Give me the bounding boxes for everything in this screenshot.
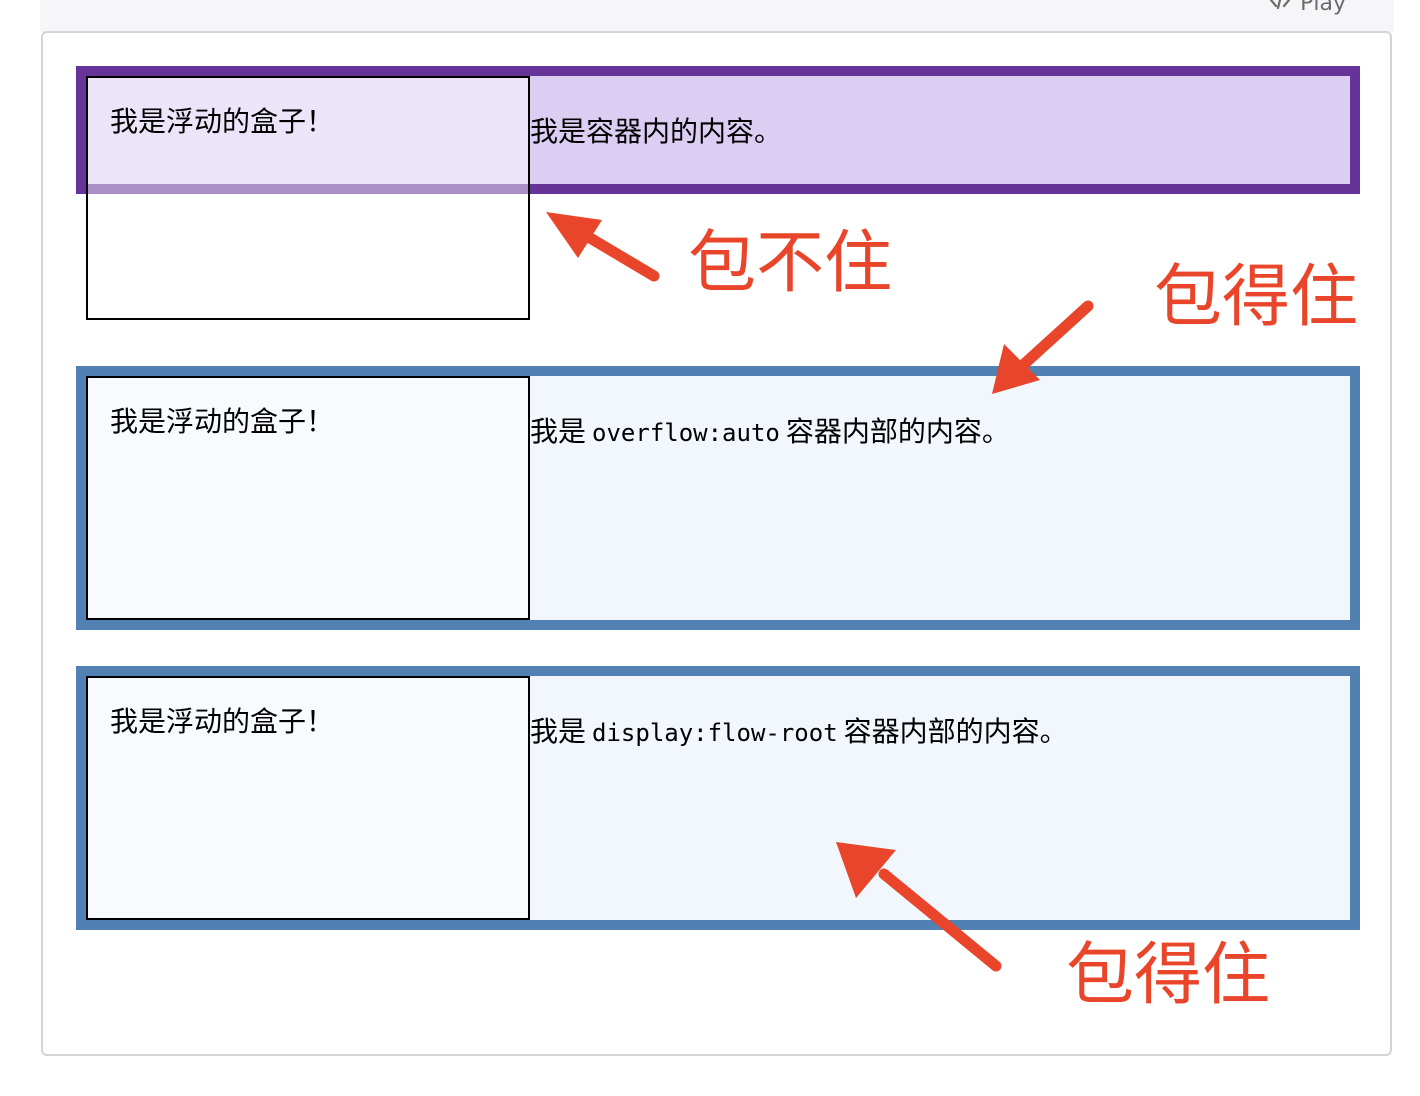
- play-button[interactable]: Play: [1268, 0, 1346, 18]
- container-content-text: 我是 overflow:auto 容器内部的内容。: [530, 414, 1010, 451]
- float-box: 我是浮动的盒子！: [86, 76, 530, 320]
- annotation-contained: 包得住: [1066, 936, 1271, 1015]
- content-suffix: 容器内部的内容。: [843, 715, 1068, 748]
- content-prefix: 我是: [530, 715, 587, 748]
- annotation-contained: 包得住: [1154, 258, 1359, 337]
- content-code: overflow:auto: [592, 419, 780, 447]
- code-icon: [1268, 0, 1292, 18]
- float-box-text: 我是浮动的盒子！: [110, 405, 335, 438]
- play-label: Play: [1300, 0, 1346, 16]
- content-suffix: 容器内部的内容。: [785, 415, 1010, 448]
- container-content-text: 我是 display:flow-root 容器内部的内容。: [530, 714, 1068, 751]
- demo-toolbar: Play: [40, 0, 1394, 32]
- float-box-text: 我是浮动的盒子！: [110, 105, 335, 138]
- float-box: 我是浮动的盒子！: [86, 676, 530, 920]
- float-box: 我是浮动的盒子！: [86, 376, 530, 620]
- float-box-text: 我是浮动的盒子！: [110, 705, 335, 738]
- content-code: display:flow-root: [592, 719, 838, 747]
- container-content-text: 我是容器内的内容。: [530, 114, 782, 150]
- content-text: 我是容器内的内容。: [530, 115, 783, 148]
- annotation-not-contained: 包不住: [688, 224, 893, 303]
- content-prefix: 我是: [530, 415, 587, 448]
